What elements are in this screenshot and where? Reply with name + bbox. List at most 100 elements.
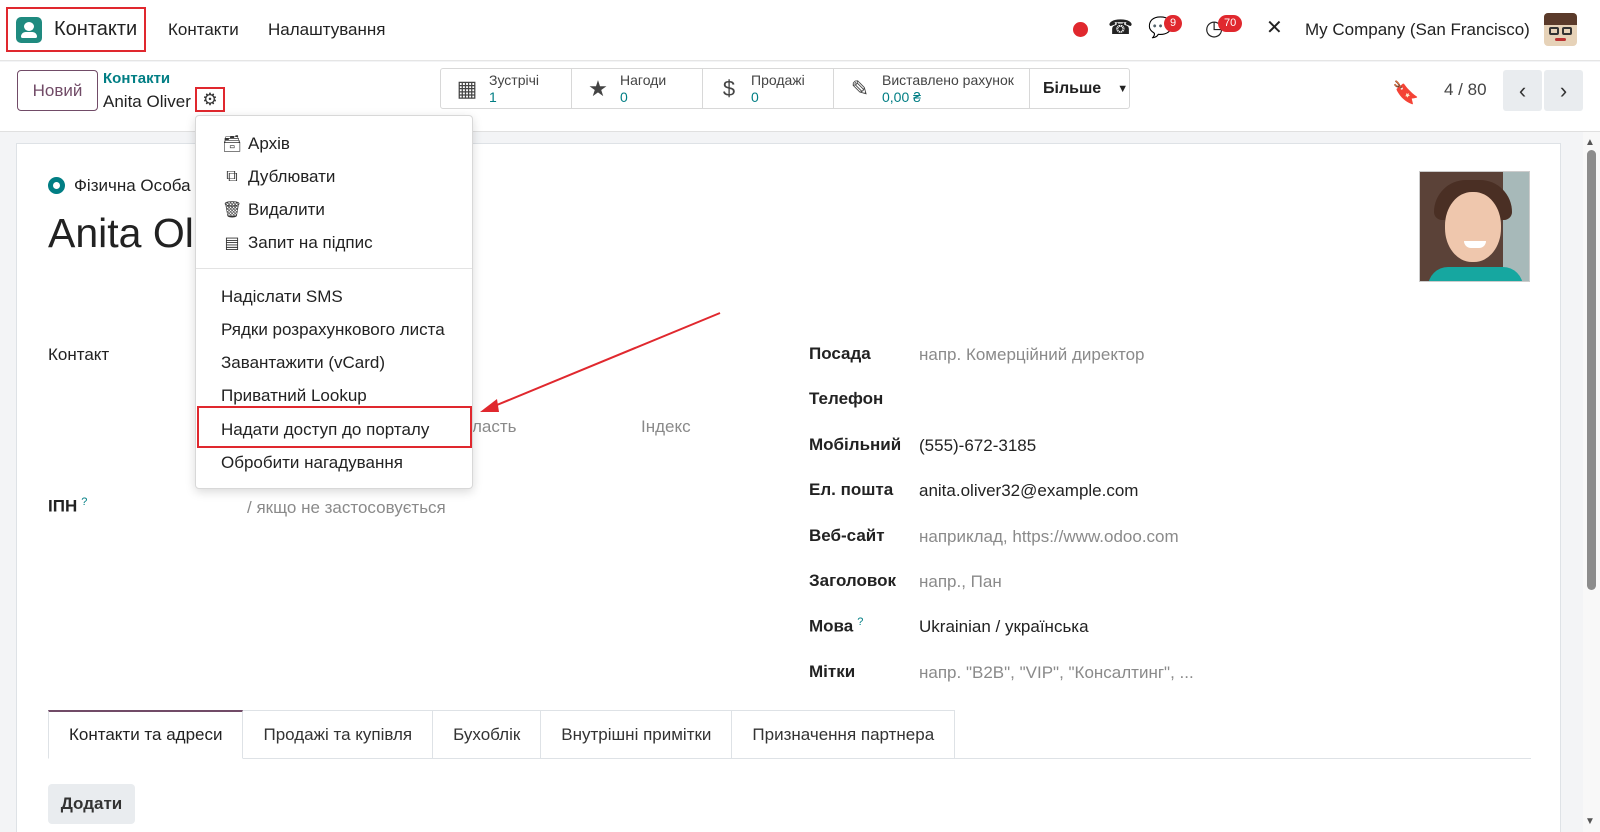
menu-item-download-vcard[interactable]: Завантажити (vCard) bbox=[196, 346, 472, 379]
menu-item-duplicate[interactable]: ⧉ Дублювати bbox=[196, 160, 472, 193]
tax-help-icon[interactable]: ? bbox=[81, 496, 87, 508]
scrollbar-thumb[interactable] bbox=[1587, 150, 1596, 590]
chevron-left-icon: ‹ bbox=[1518, 77, 1527, 103]
pager-next-button[interactable]: › bbox=[1544, 70, 1583, 111]
opportunities-button[interactable]: ★ Нагоди 0 bbox=[572, 69, 703, 108]
trash-icon: 🗑 bbox=[222, 201, 243, 219]
portal-access-highlight bbox=[197, 406, 472, 448]
website-field[interactable]: наприклад, https://www.odoo.com bbox=[919, 527, 1179, 547]
sales-label: Продажі bbox=[751, 72, 805, 89]
website-label: Веб-сайт bbox=[809, 526, 885, 545]
sales-button[interactable]: $ Продажі 0 bbox=[703, 69, 834, 108]
partner-photo[interactable] bbox=[1419, 171, 1530, 282]
email-field[interactable]: anita.oliver32@example.com bbox=[919, 481, 1138, 501]
meetings-button[interactable]: ▦ Зустрічі 1 bbox=[441, 69, 572, 108]
messages-badge: 9 bbox=[1164, 15, 1183, 33]
menu-contacts[interactable]: Контакти bbox=[168, 20, 239, 40]
menu-item-request-signature[interactable]: ▤ Запит на підпис bbox=[196, 226, 472, 259]
language-help-icon[interactable]: ? bbox=[857, 616, 863, 628]
menu-divider bbox=[196, 268, 472, 269]
avatar-glasses-right bbox=[1562, 27, 1572, 35]
tax-id-label-text: ІПН bbox=[48, 496, 78, 516]
language-label: Мова? bbox=[809, 616, 863, 637]
tools-icon[interactable]: ✕ bbox=[1266, 18, 1283, 38]
pager-previous-button[interactable]: ‹ bbox=[1503, 70, 1542, 111]
new-button[interactable]: Новий bbox=[17, 70, 98, 111]
delete-label: Видалити bbox=[248, 199, 325, 219]
title-label: Заголовок bbox=[809, 571, 897, 590]
state-field[interactable]: ласть bbox=[472, 417, 517, 437]
more-label: Більше bbox=[1043, 79, 1102, 97]
archive-icon: 🗃 bbox=[222, 135, 243, 153]
email-label: Ел. пошта bbox=[809, 480, 894, 499]
language-field[interactable]: Ukrainian / українська bbox=[919, 617, 1089, 637]
tax-id-field[interactable]: / якщо не застосовується bbox=[247, 498, 446, 518]
app-home-button[interactable]: Контакти bbox=[6, 7, 146, 52]
smart-buttons: ▦ Зустрічі 1 ★ Нагоди 0 $ Продажі 0 ✎ Виста… bbox=[440, 68, 1130, 109]
tab-contacts-addresses[interactable]: Контакти та адреси bbox=[48, 710, 244, 759]
breadcrumb-parent[interactable]: Контакти bbox=[103, 70, 170, 87]
avatar-glasses-left bbox=[1549, 27, 1559, 35]
contact-label: Контакт bbox=[48, 345, 110, 364]
job-position-label: Посада bbox=[809, 344, 871, 363]
calendar-icon: ▦ bbox=[456, 75, 478, 101]
tab-internal-notes[interactable]: Внутрішні примітки bbox=[541, 710, 733, 759]
menu-item-send-sms[interactable]: Надіслати SMS bbox=[196, 280, 472, 313]
menu-settings[interactable]: Налаштування bbox=[268, 20, 386, 40]
avatar-hair bbox=[1544, 13, 1577, 25]
duplicate-icon: ⧉ bbox=[226, 167, 238, 185]
more-button[interactable]: Більше ▼ bbox=[1030, 69, 1129, 108]
gear-icon[interactable]: ⚙ bbox=[195, 87, 225, 112]
activities-badge: 70 bbox=[1218, 15, 1243, 33]
user-avatar[interactable] bbox=[1544, 13, 1577, 46]
pager-value[interactable]: 4 / 80 bbox=[1444, 80, 1487, 100]
company-switcher[interactable]: My Company (San Francisco) bbox=[1305, 20, 1530, 40]
invoiced-label: Виставлено рахунок bbox=[882, 72, 1014, 89]
title-field[interactable]: напр., Пан bbox=[919, 572, 1002, 592]
language-label-text: Мова bbox=[809, 616, 854, 636]
tab-accounting[interactable]: Бухоблік bbox=[433, 710, 542, 759]
notebook-tabs: Контакти та адреси Продажі та купівля Бу… bbox=[48, 710, 956, 759]
menu-item-process-followup[interactable]: Обробити нагадування bbox=[196, 446, 472, 479]
archive-label: Архів bbox=[248, 133, 290, 153]
phone-label: Телефон bbox=[809, 389, 884, 408]
opportunities-label: Нагоди bbox=[620, 72, 667, 89]
scroll-down-icon[interactable]: ▼ bbox=[1585, 816, 1595, 827]
scroll-up-icon[interactable]: ▲ bbox=[1585, 137, 1595, 148]
request-signature-label: Запит на підпис bbox=[248, 232, 373, 252]
phone-field[interactable] bbox=[919, 390, 1219, 410]
photo-shirt bbox=[1428, 267, 1523, 281]
document-icon: ▤ bbox=[224, 234, 240, 252]
add-button[interactable]: Додати bbox=[48, 784, 135, 824]
tab-sales-purchase[interactable]: Продажі та купівля bbox=[243, 710, 434, 759]
avatar-mouth bbox=[1555, 38, 1566, 41]
photo-smile bbox=[1464, 241, 1486, 248]
phone-icon[interactable]: ☎ bbox=[1108, 18, 1133, 38]
chevron-right-icon: › bbox=[1559, 77, 1568, 103]
mobile-label: Мобільний bbox=[809, 435, 902, 454]
partner-name-field[interactable]: Anita Ol bbox=[48, 210, 194, 257]
edit-icon: ✎ bbox=[850, 75, 870, 101]
menu-item-payslip-lines[interactable]: Рядки розрахункового листа bbox=[196, 313, 472, 346]
menu-item-archive[interactable]: 🗃 Архів bbox=[196, 127, 472, 160]
zip-field[interactable]: Індекс bbox=[641, 417, 691, 437]
menu-item-delete[interactable]: 🗑 Видалити bbox=[196, 193, 472, 226]
opportunities-value: 0 bbox=[620, 88, 628, 105]
company-type-label[interactable]: Фізична Особа bbox=[74, 176, 191, 196]
mobile-field[interactable]: (555)-672-3185 bbox=[919, 436, 1036, 456]
meetings-value: 1 bbox=[489, 88, 497, 105]
bookmark-icon[interactable]: 🔖 bbox=[1392, 80, 1419, 106]
company-type-radio[interactable] bbox=[48, 177, 65, 194]
invoiced-value: 0,00 ₴ bbox=[882, 88, 921, 105]
caret-down-icon: ▼ bbox=[1117, 82, 1129, 95]
recording-icon[interactable] bbox=[1073, 22, 1088, 37]
job-position-field[interactable]: напр. Комерційний директор bbox=[919, 345, 1144, 365]
dollar-icon: $ bbox=[722, 75, 736, 101]
tab-partner-assignment[interactable]: Призначення партнера bbox=[732, 710, 956, 759]
tags-field[interactable]: напр. "B2B", "VIP", "Консалтинг", ... bbox=[919, 663, 1194, 683]
photo-face bbox=[1445, 192, 1501, 262]
invoiced-button[interactable]: ✎ Виставлено рахунок 0,00 ₴ bbox=[834, 69, 1030, 108]
top-navbar: Контакти Контакти Налаштування ☎ 💬 9 ◷ 7… bbox=[0, 0, 1600, 61]
sales-value: 0 bbox=[751, 88, 759, 105]
app-name: Контакти bbox=[54, 18, 138, 40]
